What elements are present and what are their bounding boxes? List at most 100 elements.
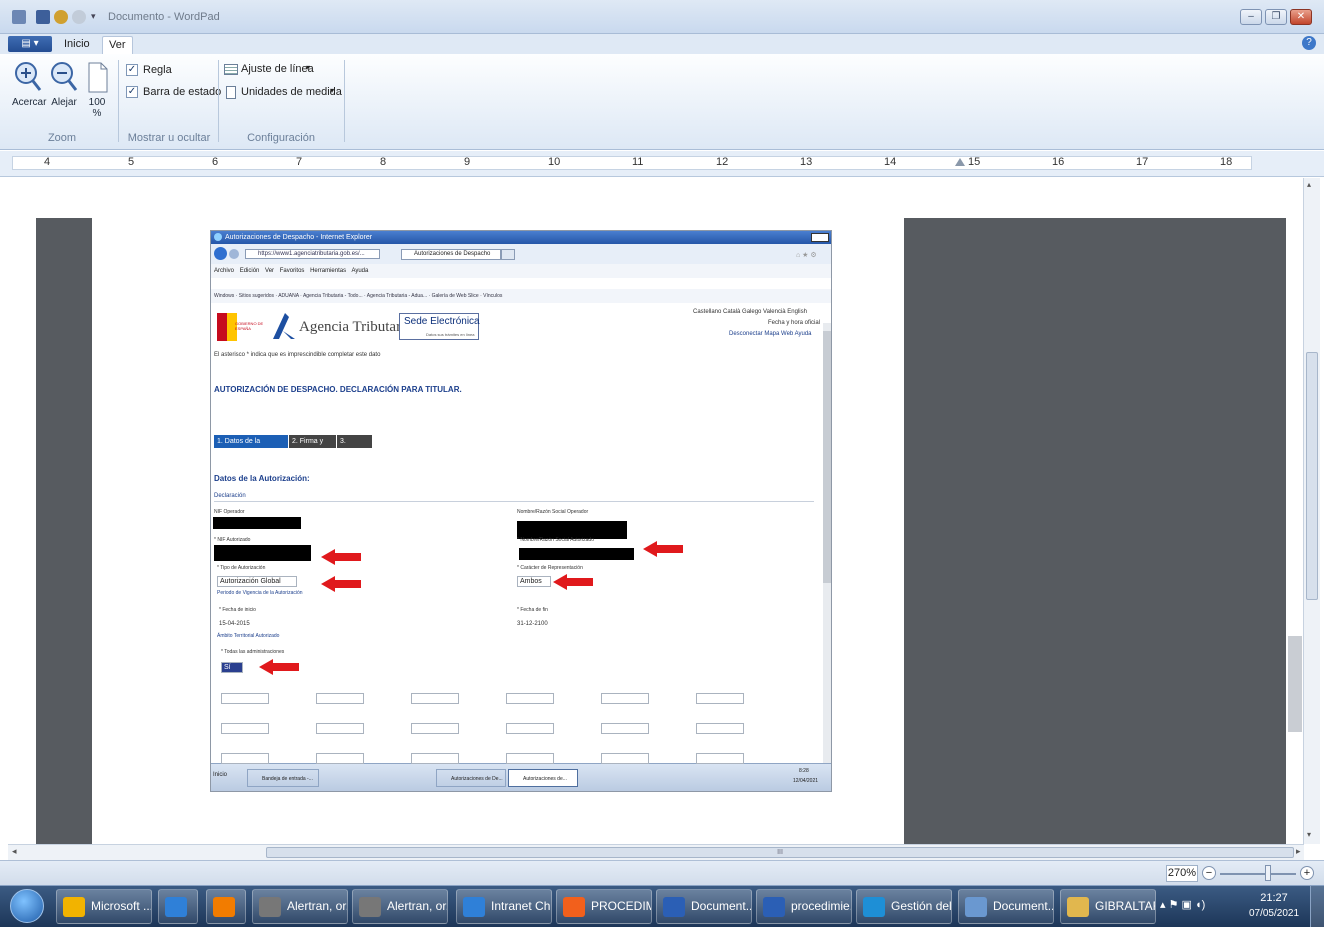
admin-field[interactable] — [506, 693, 554, 704]
zoom-slider-track[interactable] — [1220, 873, 1296, 875]
statusbar-checkbox[interactable]: ✓ Barra de estado — [126, 86, 222, 100]
minimize-button[interactable]: – — [1240, 9, 1262, 25]
vertical-scrollbar[interactable]: ▴ ▾ — [1303, 178, 1320, 844]
admin-field[interactable] — [601, 723, 649, 734]
tipo-select[interactable]: Autorización Global — [217, 576, 297, 587]
tab-ver[interactable]: Ver — [102, 36, 133, 54]
show-desktop-button[interactable] — [1310, 886, 1324, 927]
ie-menu-item[interactable]: Edición — [240, 268, 260, 274]
ie-menu-item[interactable]: Ver — [265, 268, 274, 274]
tab-inicio[interactable]: Inicio — [58, 36, 96, 54]
step-1[interactable]: 1. Datos de la Autorización — [214, 435, 288, 458]
ie-new-tab[interactable] — [501, 249, 515, 260]
header-links[interactable]: Desconectar Mapa Web Ayuda — [729, 331, 812, 337]
taskbar-item[interactable] — [206, 889, 246, 924]
step-3[interactable]: 3. Admisión — [337, 435, 372, 458]
taskbar-item[interactable]: Document... — [958, 889, 1054, 924]
back-icon[interactable] — [214, 247, 227, 260]
scroll-down-icon[interactable]: ▾ — [1307, 830, 1311, 839]
admin-field[interactable] — [411, 723, 459, 734]
file-menu-button[interactable]: ▤ ▾ — [8, 36, 52, 52]
admin-field[interactable] — [696, 753, 744, 764]
admin-field[interactable] — [316, 753, 364, 764]
redo-icon[interactable] — [72, 10, 86, 24]
sede-box[interactable]: Sede Electrónica Datos sus trámites en l… — [399, 313, 480, 340]
step-2[interactable]: 2. Firma y Envío — [289, 435, 336, 458]
zoom-level[interactable]: 270% — [1166, 865, 1198, 882]
zoom-out-button[interactable]: Alejar — [48, 60, 80, 116]
admin-field[interactable] — [601, 753, 649, 764]
ie-home-icons[interactable]: ⌂ ★ ⚙ — [796, 251, 817, 259]
zoom-in-icon[interactable]: + — [1300, 866, 1314, 880]
embedded-screenshot[interactable]: Autorizaciones de Despacho - Internet Ex… — [210, 230, 832, 792]
ie-window-controls[interactable] — [811, 233, 829, 242]
maximize-button[interactable]: ❐ — [1265, 9, 1287, 25]
horizontal-scrollbar[interactable]: ◂ III ▸ — [8, 844, 1304, 860]
favorite-item[interactable]: Galería de Web Slice — [432, 293, 479, 299]
ie-tab[interactable]: Autorizaciones de Despacho — [401, 249, 501, 260]
favorite-item[interactable]: Windows — [214, 293, 234, 299]
admin-field[interactable] — [316, 723, 364, 734]
favorite-item[interactable]: Sitios sugeridos — [239, 293, 274, 299]
embedded-task[interactable]: Bandeja de entrada -... — [247, 769, 319, 787]
fecha-inicio-field[interactable]: 15-04-2015 — [219, 621, 250, 627]
language-links[interactable]: Castellano Català Galego Valencià Englis… — [693, 309, 807, 315]
taskbar-item[interactable]: PROCEDIM... — [556, 889, 652, 924]
customize-qa-icon[interactable]: ▾ — [91, 11, 96, 22]
embedded-task[interactable]: Autorizaciones de... — [508, 769, 578, 787]
ruler-checkbox[interactable]: ✓ Regla — [126, 64, 222, 78]
taskbar-item[interactable]: Microsoft ... — [56, 889, 152, 924]
admin-field[interactable] — [221, 723, 269, 734]
favorite-item[interactable]: Agencia Tributaria - Todo... — [303, 293, 363, 299]
admin-field[interactable] — [316, 693, 364, 704]
admin-field[interactable] — [601, 693, 649, 704]
clock-date[interactable]: 07/05/2021 — [1244, 908, 1304, 919]
taskbar-item[interactable]: Gestión del... — [856, 889, 952, 924]
undo-icon[interactable] — [54, 10, 68, 24]
taskbar-item[interactable]: Alertran, or... — [352, 889, 448, 924]
forward-icon[interactable] — [229, 249, 239, 259]
ie-menu-item[interactable]: Favoritos — [280, 268, 305, 274]
admin-field[interactable] — [221, 753, 269, 764]
start-button[interactable] — [10, 889, 44, 923]
taskbar-item[interactable] — [158, 889, 198, 924]
vscroll-thumb[interactable] — [1306, 352, 1318, 600]
scroll-left-icon[interactable]: ◂ — [12, 846, 17, 857]
taskbar-item[interactable]: procedimie... — [756, 889, 852, 924]
inner-scroll-thumb[interactable] — [1288, 636, 1302, 732]
ie-menu-item[interactable]: Archivo — [214, 268, 234, 274]
close-button[interactable]: ✕ — [1290, 9, 1312, 25]
zoom-slider-thumb[interactable] — [1265, 865, 1271, 881]
hscroll-thumb[interactable]: III — [266, 847, 1294, 858]
caracter-select[interactable]: Ambos — [517, 576, 551, 587]
todas-select[interactable]: Sí — [221, 662, 243, 673]
fecha-link[interactable]: Fecha y hora oficial — [768, 320, 820, 326]
fecha-fin-field[interactable]: 31-12-2100 — [517, 621, 548, 627]
scroll-up-icon[interactable]: ▴ — [1307, 180, 1311, 189]
taskbar-item[interactable]: Document... — [656, 889, 752, 924]
taskbar-item[interactable]: GIBRALTAR — [1060, 889, 1156, 924]
tray-icons[interactable]: ▴ ⚑ ▣ ◖) — [1160, 898, 1205, 911]
word-wrap-button[interactable]: Ajuste de línea ▾ — [224, 62, 334, 78]
ie-menu-item[interactable]: Herramientas — [310, 268, 346, 274]
admin-field[interactable] — [696, 723, 744, 734]
ie-address-bar[interactable]: https://www1.agenciatributaria.gob.es/..… — [245, 249, 380, 259]
embedded-start[interactable]: Inicio — [213, 772, 227, 778]
admin-field[interactable] — [506, 753, 554, 764]
zoom-out-icon[interactable]: − — [1202, 866, 1216, 880]
taskbar-item[interactable]: Intranet Ch... — [456, 889, 552, 924]
clock-time[interactable]: 21:27 — [1244, 892, 1304, 904]
embedded-task[interactable]: Autorizaciones de De... — [436, 769, 506, 787]
admin-field[interactable] — [696, 693, 744, 704]
zoom-100-button[interactable]: 100 % — [84, 60, 110, 124]
units-button[interactable]: Unidades de medida ▾ — [224, 85, 342, 101]
admin-field[interactable] — [221, 693, 269, 704]
favorite-item[interactable]: ADUANA — [278, 293, 299, 299]
favorite-item[interactable]: Vínculos — [483, 293, 502, 299]
taskbar-item[interactable]: Alertran, or... — [252, 889, 348, 924]
admin-field[interactable] — [506, 723, 554, 734]
help-icon[interactable]: ? — [1302, 36, 1316, 50]
save-icon[interactable] — [36, 10, 50, 24]
zoom-in-button[interactable]: Acercar — [12, 60, 46, 116]
ie-menu-item[interactable]: Ayuda — [351, 268, 368, 274]
